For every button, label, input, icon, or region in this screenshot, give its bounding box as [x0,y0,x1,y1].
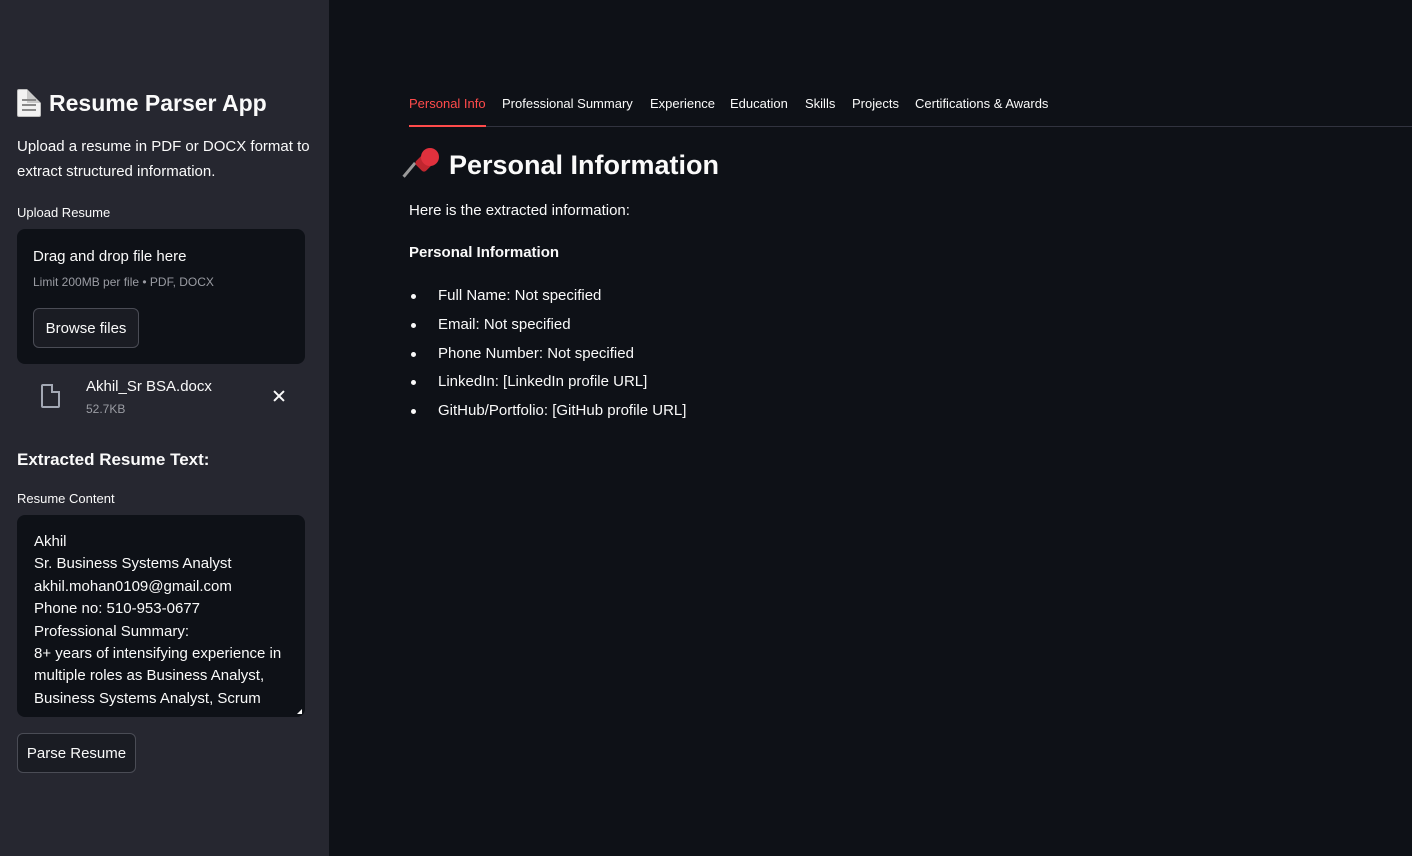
list-item: GitHub/Portfolio: [GitHub profile URL] [409,399,686,428]
section-title-text: Personal Information [449,149,720,180]
document-icon [17,89,41,117]
upload-label: Upload Resume [17,205,111,220]
personal-info-list: Full Name: Not specified Email: Not spec… [409,284,686,428]
close-icon[interactable] [268,385,290,407]
file-icon [41,384,60,408]
file-name: Akhil_Sr BSA.docx [86,378,212,395]
file-dropzone[interactable]: Drag and drop file here Limit 200MB per … [17,229,305,364]
resize-handle-icon[interactable] [297,709,302,714]
tab-certifications-awards[interactable]: Certifications & Awards [915,96,1048,127]
tab-experience[interactable]: Experience [650,96,715,127]
personal-info-heading: Personal Information [409,244,560,261]
list-item: Phone Number: Not specified [409,342,686,371]
resume-content-textarea[interactable]: Akhil Sr. Business Systems Analyst akhil… [17,515,305,717]
tab-skills[interactable]: Skills [805,96,835,127]
sidebar: Resume Parser App Upload a resume in PDF… [0,0,329,856]
dropzone-title: Drag and drop file here [33,248,187,265]
list-item: Email: Not specified [409,313,686,342]
browse-files-button[interactable]: Browse files [33,308,139,348]
list-item: Full Name: Not specified [409,284,686,313]
extracted-intro-text: Here is the extracted information: [409,202,630,219]
section-title: Personal Information [402,148,720,182]
list-item: LinkedIn: [LinkedIn profile URL] [409,370,686,399]
tab-personal-info[interactable]: Personal Info [409,96,486,127]
tab-projects[interactable]: Projects [852,96,899,127]
file-size: 52.7KB [86,402,126,416]
tab-education[interactable]: Education [730,96,788,127]
uploaded-file-row: Akhil_Sr BSA.docx 52.7KB [17,374,305,420]
resume-content-label: Resume Content [17,491,115,506]
intro-text: Upload a resume in PDF or DOCX format to… [17,138,310,180]
tab-bar: Personal Info Professional Summary Exper… [409,93,1412,127]
tab-professional-summary[interactable]: Professional Summary [502,96,633,127]
dropzone-limit: Limit 200MB per file • PDF, DOCX [33,275,214,289]
pushpin-icon [402,148,441,182]
app-title-text: Resume Parser App [49,89,267,116]
app-title: Resume Parser App [17,86,267,120]
main-content: Personal Info Professional Summary Exper… [329,0,1412,856]
parse-resume-button[interactable]: Parse Resume [17,733,136,773]
extracted-text-heading: Extracted Resume Text: [17,450,210,469]
resume-content-value[interactable]: Akhil Sr. Business Systems Analyst akhil… [34,531,296,717]
